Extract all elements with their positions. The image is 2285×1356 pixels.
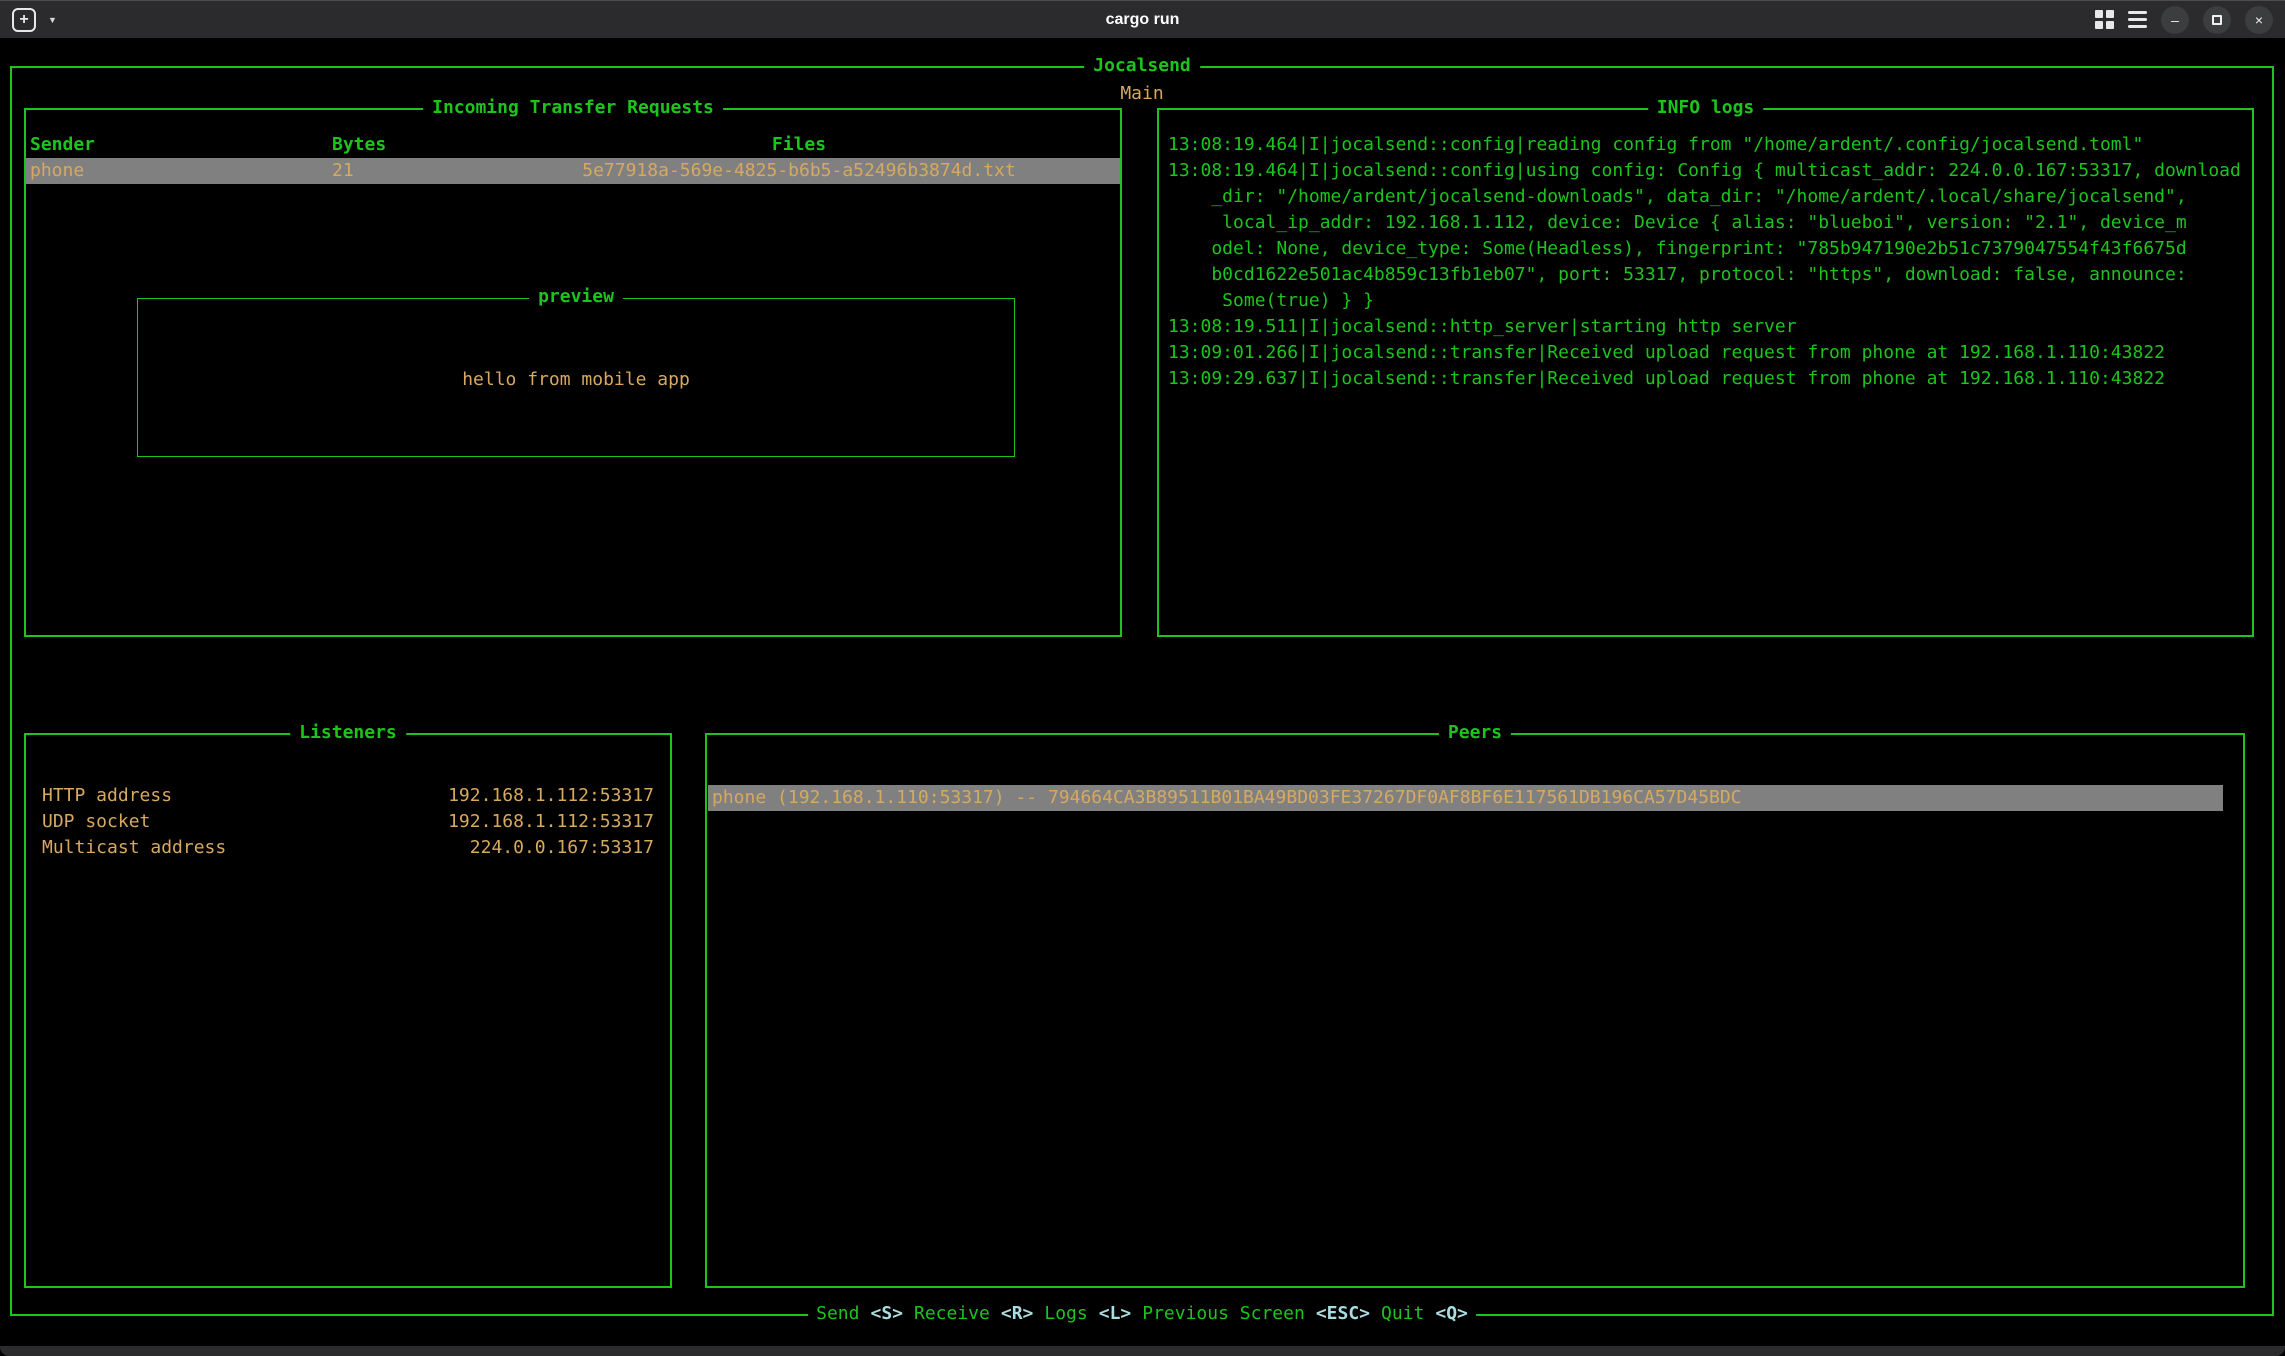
- preview-title: preview: [529, 284, 623, 310]
- peers-title: Peers: [1439, 720, 1511, 746]
- hint-logs-key[interactable]: <L>: [1099, 1301, 1132, 1327]
- titlebar-right-controls: – ×: [2095, 6, 2273, 34]
- list-item: HTTP address 192.168.1.112:53317: [42, 783, 654, 809]
- column-header-files: Files: [478, 132, 1120, 158]
- terminal-window: + ▼ cargo run – ×: [0, 0, 2285, 1356]
- close-button[interactable]: ×: [2245, 6, 2273, 34]
- log-line: b0cd1622e501ac4b859c13fb1eb07", port: 53…: [1168, 262, 2244, 288]
- tab-list-dropdown-button[interactable]: ▼: [42, 3, 63, 37]
- keybinding-hints: Send <S> Receive <R> Logs <L> Previous S…: [808, 1301, 1476, 1327]
- peer-list: phone (192.168.1.110:53317) -- 794664CA3…: [707, 735, 2243, 811]
- log-line: 13:08:19.511|I|jocalsend::http_server|st…: [1168, 314, 2244, 340]
- maximize-icon: [2212, 15, 2222, 25]
- table-header-row: Sender Bytes Files: [26, 132, 1120, 158]
- new-tab-button[interactable]: +: [12, 8, 36, 32]
- listener-rows: HTTP address 192.168.1.112:53317 UDP soc…: [26, 735, 670, 861]
- hint-previous-screen-label: Previous Screen: [1142, 1301, 1305, 1327]
- plus-icon: +: [19, 12, 28, 28]
- preview-content: hello from mobile app: [138, 367, 1014, 393]
- hint-receive-label: Receive: [914, 1301, 990, 1327]
- log-line: 13:09:01.266|I|jocalsend::transfer|Recei…: [1168, 340, 2244, 366]
- info-logs-panel: INFO logs 13:08:19.464|I|jocalsend::conf…: [1157, 108, 2254, 637]
- peers-panel: Peers phone (192.168.1.110:53317) -- 794…: [705, 733, 2245, 1288]
- listener-label-udp: UDP socket: [42, 809, 150, 835]
- peer-list-item[interactable]: phone (192.168.1.110:53317) -- 794664CA3…: [708, 785, 2223, 811]
- log-lines[interactable]: 13:08:19.464|I|jocalsend::config|reading…: [1159, 110, 2252, 392]
- preview-box: preview hello from mobile app: [137, 298, 1015, 457]
- close-icon: ×: [2255, 13, 2263, 27]
- hint-previous-screen-key[interactable]: <ESC>: [1316, 1301, 1370, 1327]
- listener-value-udp: 192.168.1.112:53317: [448, 809, 654, 835]
- log-line: local_ip_addr: 192.168.1.112, device: De…: [1168, 210, 2244, 236]
- listener-label-http: HTTP address: [42, 783, 172, 809]
- table-row[interactable]: phone 21 5e77918a-569e-4825-b6b5-a52496b…: [26, 158, 1120, 184]
- minimize-button[interactable]: –: [2161, 6, 2189, 34]
- window-bottom-edge: [0, 1346, 2285, 1356]
- hint-quit-label: Quit: [1381, 1301, 1424, 1327]
- log-line: 13:08:19.464|I|jocalsend::config|using c…: [1168, 158, 2244, 184]
- maximize-button[interactable]: [2203, 6, 2231, 34]
- hint-send-key[interactable]: <S>: [870, 1301, 903, 1327]
- list-item: Multicast address 224.0.0.167:53317: [42, 835, 654, 861]
- chevron-down-icon: ▼: [48, 15, 57, 25]
- log-line: odel: None, device_type: Some(Headless),…: [1168, 236, 2244, 262]
- window-title: cargo run: [1106, 7, 1180, 33]
- app-title: Jocalsend: [1084, 53, 1200, 79]
- incoming-transfers-title: Incoming Transfer Requests: [423, 95, 723, 121]
- incoming-transfers-table: Sender Bytes Files phone 21 5e77918a-569…: [26, 132, 1120, 184]
- transfer-bytes: 21: [318, 158, 478, 184]
- current-screen-label: Main: [12, 81, 2272, 107]
- listener-label-multicast: Multicast address: [42, 835, 226, 861]
- minimize-icon: –: [2171, 13, 2179, 27]
- log-line: Some(true) } }: [1168, 288, 2244, 314]
- log-line: 13:08:19.464|I|jocalsend::config|reading…: [1168, 132, 2244, 158]
- hint-send-label: Send: [816, 1301, 859, 1327]
- listener-value-multicast: 224.0.0.167:53317: [470, 835, 654, 861]
- titlebar-left-controls: + ▼: [12, 3, 63, 37]
- info-logs-title: INFO logs: [1648, 95, 1764, 121]
- transfer-files: 5e77918a-569e-4825-b6b5-a52496b3874d.txt: [478, 158, 1120, 184]
- listener-value-http: 192.168.1.112:53317: [448, 783, 654, 809]
- tab-overview-button[interactable]: [2095, 10, 2114, 29]
- menu-button[interactable]: [2128, 11, 2147, 28]
- column-header-bytes: Bytes: [318, 132, 478, 158]
- hint-logs-label: Logs: [1044, 1301, 1087, 1327]
- hint-receive-key[interactable]: <R>: [1001, 1301, 1034, 1327]
- incoming-transfers-panel: Incoming Transfer Requests Sender Bytes …: [24, 108, 1122, 637]
- titlebar: + ▼ cargo run – ×: [0, 0, 2285, 38]
- log-line: 13:09:29.637|I|jocalsend::transfer|Recei…: [1168, 366, 2244, 392]
- log-line: _dir: "/home/ardent/jocalsend-downloads"…: [1168, 184, 2244, 210]
- list-item: UDP socket 192.168.1.112:53317: [42, 809, 654, 835]
- transfer-sender: phone: [26, 158, 318, 184]
- listeners-panel: Listeners HTTP address 192.168.1.112:533…: [24, 733, 672, 1288]
- hint-quit-key[interactable]: <Q>: [1435, 1301, 1468, 1327]
- column-header-sender: Sender: [26, 132, 318, 158]
- listeners-title: Listeners: [290, 720, 406, 746]
